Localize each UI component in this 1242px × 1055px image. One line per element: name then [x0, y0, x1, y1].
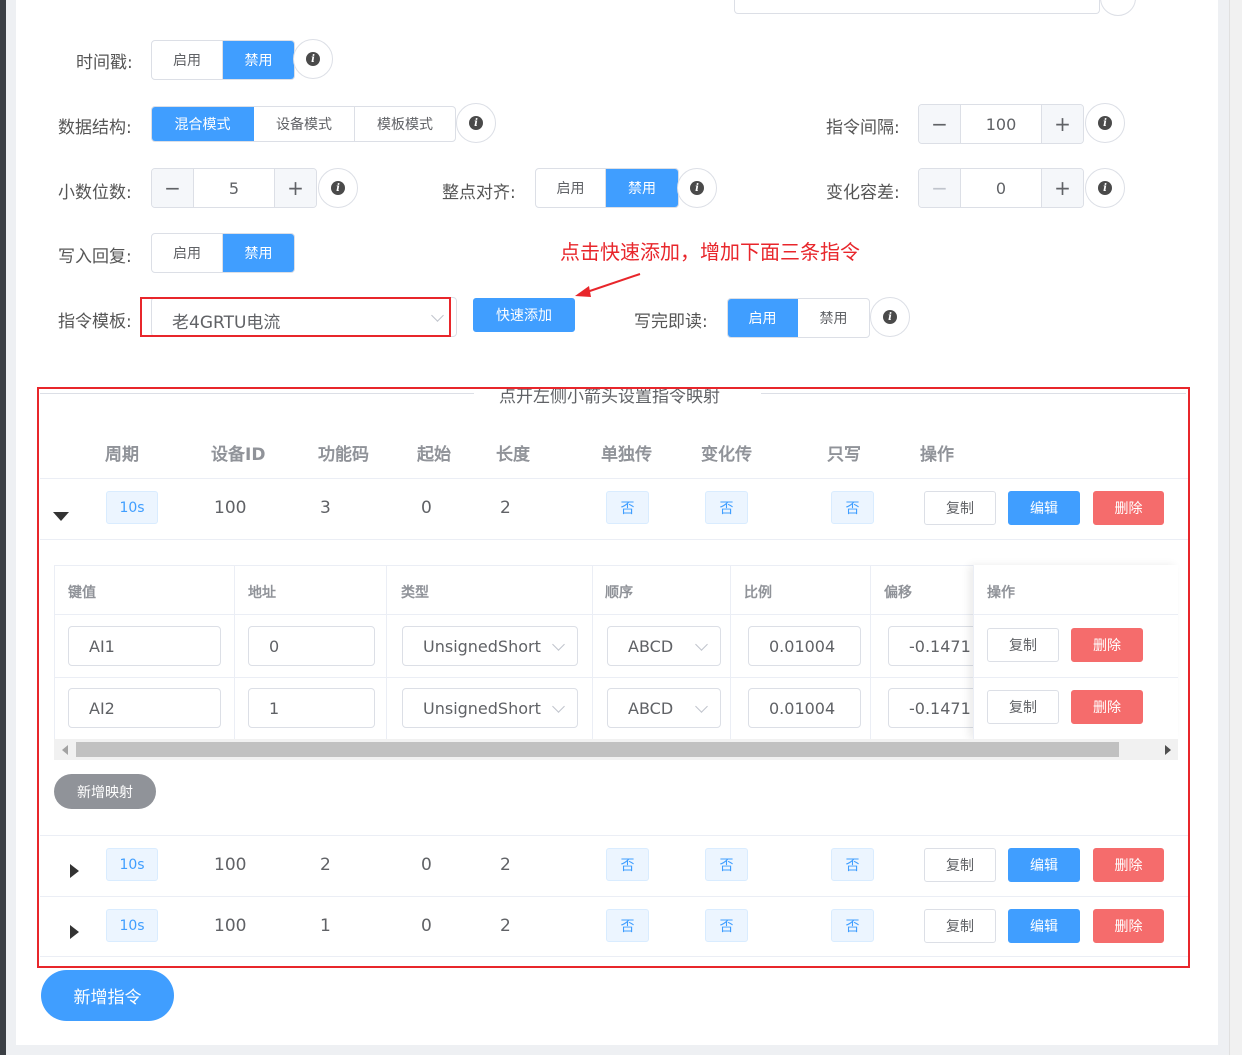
timestamp-disable[interactable]: 禁用 [223, 41, 294, 79]
page-scrollbar[interactable] [1229, 0, 1242, 1055]
add-command-button[interactable]: 新增指令 [41, 970, 174, 1021]
timestamp-toggle[interactable]: 启用 禁用 [151, 40, 295, 80]
change-tol-minus[interactable]: − [919, 169, 961, 207]
raw-info-icon[interactable]: i [870, 297, 910, 337]
mode-mixed[interactable]: 混合模式 [152, 107, 254, 141]
change-tol-info-icon[interactable]: i [1085, 168, 1125, 208]
top-cutoff-input[interactable] [734, 0, 1100, 14]
timestamp-enable[interactable]: 启用 [152, 41, 223, 79]
write-reply-disable[interactable]: 禁用 [223, 234, 294, 272]
decimals-minus[interactable]: − [152, 169, 194, 207]
top-cutoff-info-icon[interactable] [1100, 0, 1136, 16]
data-structure-label: 数据结构: [58, 118, 132, 138]
annotation-template-box [140, 297, 451, 337]
decimals-value[interactable]: 5 [194, 169, 274, 207]
cmd-interval-label: 指令间隔: [826, 118, 900, 138]
write-reply-toggle[interactable]: 启用 禁用 [151, 233, 295, 273]
decimals-stepper[interactable]: − 5 + [151, 168, 317, 208]
mode-device[interactable]: 设备模式 [254, 107, 355, 141]
main-panel: 时间戳: 启用 禁用 i 数据结构: 混合模式 设备模式 模板模式 i 指令间隔… [16, 0, 1218, 1045]
cmd-interval-value[interactable]: 100 [961, 105, 1041, 143]
cmd-template-label: 指令模板: [58, 312, 132, 332]
decimals-label: 小数位数: [58, 183, 132, 203]
hour-align-info-icon[interactable]: i [677, 168, 717, 208]
hour-align-toggle[interactable]: 启用 禁用 [535, 168, 679, 208]
read-after-write-toggle[interactable]: 启用 禁用 [727, 298, 870, 338]
annotation-commands-box [37, 387, 1190, 968]
hour-align-label: 整点对齐: [442, 183, 516, 203]
data-structure-info-icon[interactable]: i [456, 103, 496, 143]
timestamp-info-icon[interactable]: i [293, 39, 333, 79]
annotation-arrow-icon [575, 273, 641, 297]
annotation-text: 点击快速添加，增加下面三条指令 [560, 240, 860, 264]
change-tol-value[interactable]: 0 [961, 169, 1041, 207]
decimals-plus[interactable]: + [274, 169, 316, 207]
hour-align-disable[interactable]: 禁用 [606, 169, 678, 207]
raw-disable[interactable]: 禁用 [798, 299, 869, 337]
cmd-interval-stepper[interactable]: − 100 + [918, 104, 1084, 144]
cmd-interval-info-icon[interactable]: i [1085, 103, 1125, 143]
cmd-interval-plus[interactable]: + [1041, 105, 1083, 143]
window-left-edge [0, 0, 6, 1055]
read-after-write-label: 写完即读: [634, 312, 708, 332]
change-tol-stepper[interactable]: − 0 + [918, 168, 1084, 208]
hour-align-enable[interactable]: 启用 [536, 169, 606, 207]
write-reply-label: 写入回复: [58, 247, 132, 267]
raw-enable[interactable]: 启用 [728, 299, 798, 337]
change-tol-label: 变化容差: [826, 183, 900, 203]
cmd-interval-minus[interactable]: − [919, 105, 961, 143]
write-reply-enable[interactable]: 启用 [152, 234, 223, 272]
quick-add-button[interactable]: 快速添加 [473, 298, 575, 332]
timestamp-label: 时间戳: [76, 53, 133, 73]
data-structure-toggle[interactable]: 混合模式 设备模式 模板模式 [151, 106, 456, 142]
decimals-info-icon[interactable]: i [318, 168, 358, 208]
change-tol-plus[interactable]: + [1041, 169, 1083, 207]
mode-template[interactable]: 模板模式 [355, 107, 455, 141]
